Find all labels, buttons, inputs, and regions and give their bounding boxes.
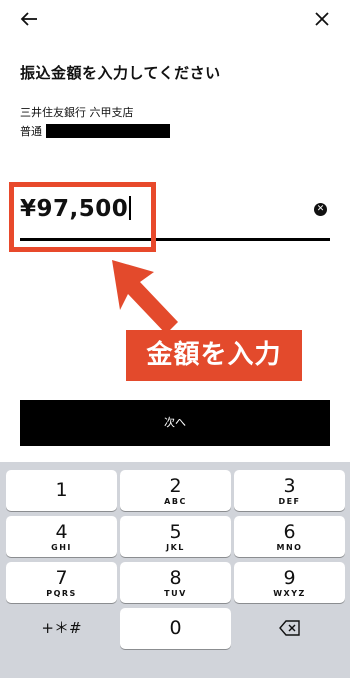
key-3[interactable]: 3 DEF [234, 470, 345, 511]
close-button[interactable] [311, 8, 333, 30]
key-5[interactable]: 5 JKL [120, 516, 231, 557]
highlight-box [9, 182, 156, 252]
key-2[interactable]: 2 ABC [120, 470, 231, 511]
backspace-icon [278, 620, 300, 636]
back-button[interactable] [18, 8, 40, 30]
bank-branch-label: 三井住友銀行 六甲支店 [20, 106, 134, 119]
key-number: 6 [283, 521, 296, 543]
account-type-label: 普通 [20, 125, 42, 138]
clear-circle-icon: ✕ [316, 204, 325, 214]
key-letters: DEF [278, 497, 301, 506]
key-letters: MNO [276, 543, 303, 552]
key-letters: GHI [51, 543, 72, 552]
key-1[interactable]: 1 [6, 470, 117, 511]
key-4[interactable]: 4 GHI [6, 516, 117, 557]
key-number: 7 [55, 567, 68, 589]
key-letters: WXYZ [273, 589, 306, 598]
key-0[interactable]: 0 [120, 608, 231, 649]
key-number: 0 [169, 617, 182, 639]
close-icon [315, 12, 329, 26]
backspace-key[interactable] [234, 608, 345, 649]
key-7[interactable]: 7 PQRS [6, 562, 117, 603]
top-bar [0, 0, 350, 40]
next-button[interactable]: 次へ [20, 400, 330, 446]
page-title: 振込金額を入力してください [20, 64, 221, 82]
key-6[interactable]: 6 MNO [234, 516, 345, 557]
numeric-keypad: 1 2 ABC 3 DEF 4 GHI 5 JKL 6 MNO 7 PQRS 8… [0, 462, 350, 678]
key-number: 8 [169, 567, 182, 589]
key-9[interactable]: 9 WXYZ [234, 562, 345, 603]
key-number: 4 [55, 521, 68, 543]
key-number: 2 [169, 475, 182, 497]
key-number: 1 [55, 479, 68, 501]
redacted-account-number [46, 124, 170, 138]
arrow-left-icon [20, 12, 37, 26]
key-number: 5 [169, 521, 182, 543]
annotation-callout: 金額を入力 [126, 330, 302, 381]
key-letters: JKL [166, 543, 185, 552]
key-letters: TUV [164, 589, 187, 598]
clear-amount-button[interactable]: ✕ [314, 203, 327, 216]
key-number: 9 [283, 567, 296, 589]
key-8[interactable]: 8 TUV [120, 562, 231, 603]
key-letters: ABC [164, 497, 187, 506]
key-number: 3 [283, 475, 296, 497]
key-symbols[interactable]: +＊# [6, 608, 117, 649]
key-letters: PQRS [46, 589, 77, 598]
